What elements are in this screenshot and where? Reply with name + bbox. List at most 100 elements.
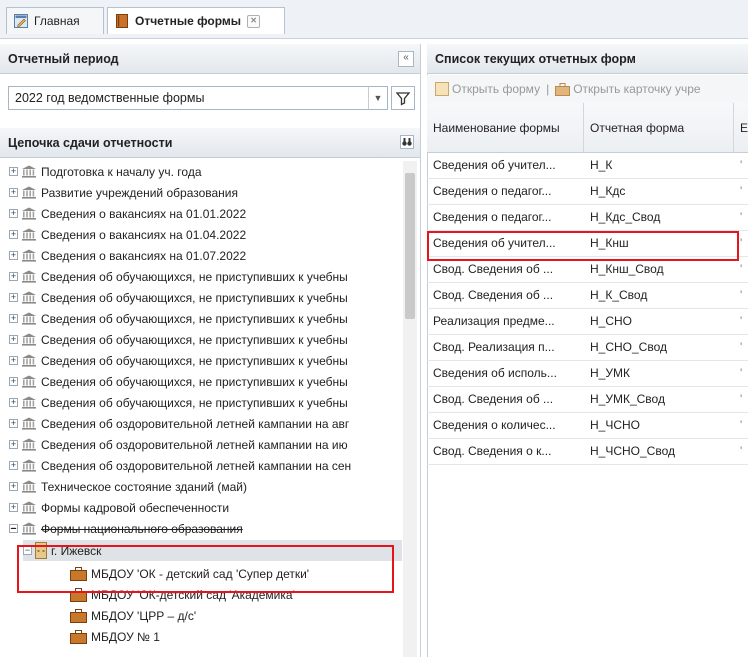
cell-marker: ' xyxy=(740,392,743,406)
cell-marker: ' xyxy=(740,262,743,276)
tab-bar: Главная Отчетные формы ✕ xyxy=(0,0,748,39)
tree-node[interactable]: + Сведения об обучающихся, не приступивши… xyxy=(9,287,402,308)
tree-leaf-institution[interactable]: МБДОУ № 1 xyxy=(70,626,402,647)
table-row[interactable]: Сведения об учител... Н_К ' xyxy=(427,153,748,179)
expand-icon[interactable]: + xyxy=(9,167,18,176)
tree-node[interactable]: + Сведения об обучающихся, не приступивши… xyxy=(9,350,402,371)
table-row[interactable]: Сведения о педагог... Н_Кдс ' xyxy=(427,179,748,205)
open-institution-card-button[interactable]: Открыть карточку учре xyxy=(573,82,700,96)
tree-node[interactable]: + Сведения об обучающихся, не приступивши… xyxy=(9,371,402,392)
table-row[interactable]: Сведения о количес... Н_ЧСНО ' xyxy=(427,413,748,439)
tree-node-national-education[interactable]: − Формы национального образования xyxy=(9,518,402,539)
cell-marker: ' xyxy=(740,210,743,224)
table-row[interactable]: Свод. Сведения об ... Н_К_Свод ' xyxy=(427,283,748,309)
forms-grid-header: Наименование формы Отчетная форма Е xyxy=(427,103,748,153)
tree-node-label: Формы национального образования xyxy=(41,521,243,536)
tree-node[interactable]: + Сведения об обучающихся, не приступивши… xyxy=(9,308,402,329)
table-row[interactable]: Свод. Сведения о к... Н_ЧСНО_Свод ' xyxy=(427,439,748,465)
expand-icon[interactable]: + xyxy=(9,482,18,491)
cell-form: Н_К xyxy=(590,158,613,172)
expand-icon[interactable]: + xyxy=(9,335,18,344)
expand-icon[interactable]: + xyxy=(9,377,18,386)
tree-node-label: Сведения о вакансиях на 01.04.2022 xyxy=(41,227,247,242)
highlight-box-row xyxy=(427,231,739,261)
table-row[interactable]: Свод. Реализация п... Н_СНО_Свод ' xyxy=(427,335,748,361)
cell-name: Сведения о педагог... xyxy=(433,184,552,198)
bank-icon xyxy=(22,270,36,283)
tree-node-label: Сведения об оздоровительной летней кампа… xyxy=(41,416,350,431)
column-header-form[interactable]: Отчетная форма xyxy=(584,103,734,152)
expand-icon[interactable]: + xyxy=(9,440,18,449)
tree-node[interactable]: + Сведения о вакансиях на 01.04.2022 xyxy=(9,224,402,245)
bank-icon xyxy=(22,438,36,451)
scrollbar-thumb[interactable] xyxy=(405,173,415,319)
cell-form: Н_СНО_Свод xyxy=(590,340,667,354)
tree-scrollbar[interactable] xyxy=(403,161,417,657)
tree-node[interactable]: + Сведения о вакансиях на 01.07.2022 xyxy=(9,245,402,266)
bank-icon xyxy=(22,375,36,388)
tree-leaf-institution[interactable]: МБДОУ 'ЦРР – д/с' xyxy=(70,605,402,626)
cell-form: Н_СНО xyxy=(590,314,633,328)
highlight-box-city xyxy=(17,545,394,593)
column-header-extra[interactable]: Е xyxy=(734,103,748,152)
tree-node-label: Сведения об оздоровительной летней кампа… xyxy=(41,437,348,452)
toolbar-separator: | xyxy=(546,82,550,96)
cell-name: Реализация предме... xyxy=(433,314,555,328)
filter-button[interactable] xyxy=(391,86,415,110)
column-header-name[interactable]: Наименование формы xyxy=(427,103,584,152)
tree-node[interactable]: + Сведения об обучающихся, не приступивши… xyxy=(9,266,402,287)
expand-icon[interactable]: + xyxy=(9,314,18,323)
expand-icon[interactable]: + xyxy=(9,209,18,218)
tab-home[interactable]: Главная xyxy=(6,7,104,34)
tree-node[interactable]: + Сведения об оздоровительной летней камп… xyxy=(9,413,402,434)
forms-toolbar: Открыть форму | Открыть карточку учре xyxy=(427,75,748,104)
expand-icon[interactable]: + xyxy=(9,230,18,239)
table-row[interactable]: Сведения о педагог... Н_Кдс_Свод ' xyxy=(427,205,748,231)
tree-node-label: Сведения об обучающихся, не приступивших… xyxy=(41,332,348,347)
tree-node[interactable]: + Подготовка к началу уч. года xyxy=(9,161,402,182)
tree-node[interactable]: + Сведения о вакансиях на 01.01.2022 xyxy=(9,203,402,224)
bank-icon xyxy=(22,480,36,493)
cell-marker: ' xyxy=(740,340,743,354)
collapse-icon[interactable]: − xyxy=(9,524,18,533)
filter-icon xyxy=(395,92,411,106)
tree-node-label: Сведения об обучающихся, не приступивших… xyxy=(41,269,348,284)
close-icon[interactable]: ✕ xyxy=(247,14,261,28)
table-row[interactable]: Сведения об исполь... Н_УМК ' xyxy=(427,361,748,387)
expand-icon[interactable]: + xyxy=(9,293,18,302)
table-row[interactable]: Свод. Сведения об ... Н_УМК_Свод ' xyxy=(427,387,748,413)
tree-node-label: Техническое состояние зданий (май) xyxy=(41,479,247,494)
binoculars-icon[interactable] xyxy=(400,135,414,149)
tree-node-label: Сведения об обучающихся, не приступивших… xyxy=(41,374,348,389)
period-panel-header: Отчетный период « xyxy=(0,44,420,74)
expand-icon[interactable]: + xyxy=(9,188,18,197)
expand-icon[interactable]: + xyxy=(9,398,18,407)
period-select[interactable]: 2022 год ведомственные формы ▼ xyxy=(8,86,388,110)
expand-icon[interactable]: + xyxy=(9,272,18,281)
expand-icon[interactable]: + xyxy=(9,356,18,365)
tree-node[interactable]: + Развитие учреждений образования xyxy=(9,182,402,203)
forms-panel-title: Список текущих отчетных форм xyxy=(435,52,636,66)
chevron-down-icon[interactable]: ▼ xyxy=(368,87,387,109)
cell-form: Н_УМК_Свод xyxy=(590,392,665,406)
tree-node-label: Сведения о вакансиях на 01.07.2022 xyxy=(41,248,247,263)
expand-icon[interactable]: + xyxy=(9,461,18,470)
cell-marker: ' xyxy=(740,366,743,380)
expand-icon[interactable]: + xyxy=(9,503,18,512)
tree-node[interactable]: + Сведения об оздоровительной летней камп… xyxy=(9,455,402,476)
forms-panel-header: Список текущих отчетных форм xyxy=(427,44,748,74)
table-row[interactable]: Реализация предме... Н_СНО ' xyxy=(427,309,748,335)
tree-node[interactable]: + Сведения об обучающихся, не приступивши… xyxy=(9,392,402,413)
tree-node-label: Сведения об обучающихся, не приступивших… xyxy=(41,353,348,368)
tab-report-forms[interactable]: Отчетные формы ✕ xyxy=(107,7,285,34)
tree-node[interactable]: + Сведения об обучающихся, не приступивши… xyxy=(9,329,402,350)
tree-node[interactable]: + Формы кадровой обеспеченности xyxy=(9,497,402,518)
collapse-left-icon[interactable]: « xyxy=(398,51,414,67)
expand-icon[interactable]: + xyxy=(9,419,18,428)
tree-node[interactable]: + Сведения об оздоровительной летней камп… xyxy=(9,434,402,455)
expand-icon[interactable]: + xyxy=(9,251,18,260)
tree-node-label: Формы кадровой обеспеченности xyxy=(41,500,230,515)
tree-node[interactable]: + Техническое состояние зданий (май) xyxy=(9,476,402,497)
open-form-button[interactable]: Открыть форму xyxy=(452,82,540,96)
bank-icon xyxy=(22,291,36,304)
